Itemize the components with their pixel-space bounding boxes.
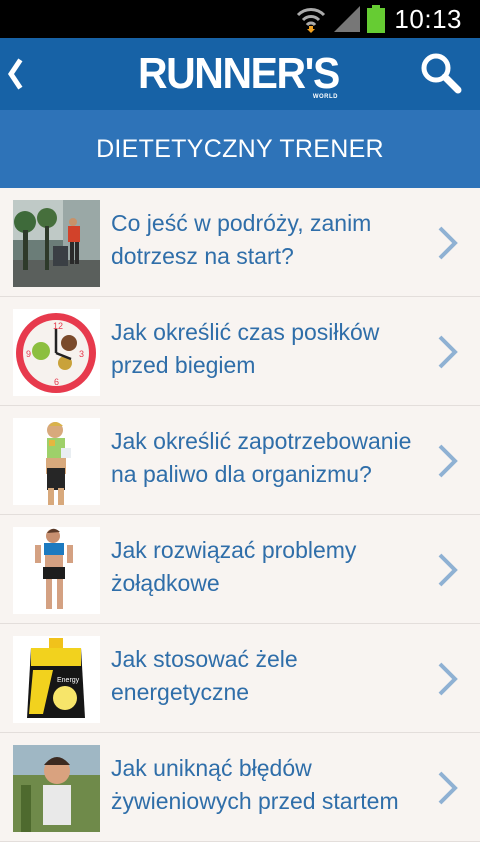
list-item[interactable]: Co jeść w podróży, zanim dotrzesz na sta… bbox=[0, 188, 480, 297]
clock-time: 10:13 bbox=[394, 4, 462, 34]
article-title: Jak uniknąć błędów żywieniowych przed st… bbox=[111, 755, 399, 814]
chevron-right-icon bbox=[438, 771, 458, 805]
runner-stomach-photo bbox=[13, 527, 100, 614]
travel-photo bbox=[13, 200, 100, 287]
list-item[interactable]: Jak określić zapotrzebowanie na paliwo d… bbox=[0, 406, 480, 515]
svg-text:3: 3 bbox=[79, 349, 84, 359]
chevron-right-icon bbox=[438, 335, 458, 369]
runner-eating-photo bbox=[13, 418, 100, 505]
svg-text:Energy: Energy bbox=[57, 677, 80, 684]
logo-text: RUNNER'S bbox=[138, 49, 340, 98]
back-button[interactable] bbox=[0, 38, 40, 110]
runners-world-logo: RUNNER'S WORLD bbox=[138, 49, 342, 101]
search-icon bbox=[421, 53, 462, 94]
article-title: Jak rozwiązać problemy żołądkowe bbox=[111, 537, 357, 596]
search-button[interactable] bbox=[418, 50, 466, 98]
battery-icon bbox=[366, 4, 386, 39]
svg-text:9: 9 bbox=[26, 349, 31, 359]
chevron-right-icon bbox=[438, 226, 458, 260]
chevron-right-icon bbox=[438, 444, 458, 478]
list-item[interactable]: 12 3 6 9 Jak określić czas posiłków prze… bbox=[0, 297, 480, 406]
article-title: Jak określić zapotrzebowanie na paliwo d… bbox=[111, 428, 412, 487]
app-header: RUNNER'S WORLD bbox=[0, 38, 480, 110]
clock-plate-photo: 12 3 6 9 bbox=[13, 309, 100, 396]
chevron-left-icon bbox=[7, 58, 23, 90]
chevron-right-icon bbox=[438, 553, 458, 587]
chevron-right-icon bbox=[438, 662, 458, 696]
status-bar: 10:13 bbox=[0, 0, 480, 38]
energy-gel-photo: Energy bbox=[13, 636, 100, 723]
article-title: Jak określić czas posiłków przed biegiem bbox=[111, 319, 380, 378]
section-header: DIETETYCZNY TRENER bbox=[0, 110, 480, 188]
list-item[interactable]: Jak uniknąć błędów żywieniowych przed st… bbox=[0, 733, 480, 842]
svg-text:6: 6 bbox=[54, 377, 59, 387]
runner-outdoor-photo bbox=[13, 745, 100, 832]
svg-text:12: 12 bbox=[53, 321, 63, 331]
logo-subtext: WORLD bbox=[312, 94, 338, 100]
list-item[interactable]: Jak rozwiązać problemy żołądkowe bbox=[0, 515, 480, 624]
article-title: Co jeść w podróży, zanim dotrzesz na sta… bbox=[111, 210, 372, 269]
signal-icon bbox=[332, 4, 362, 39]
article-list: Co jeść w podróży, zanim dotrzesz na sta… bbox=[0, 188, 480, 842]
wifi-icon bbox=[296, 4, 326, 39]
article-title: Jak stosować żele energetyczne bbox=[111, 646, 298, 705]
section-title: DIETETYCZNY TRENER bbox=[96, 135, 384, 163]
list-item[interactable]: Energy Jak stosować żele energetyczne bbox=[0, 624, 480, 733]
